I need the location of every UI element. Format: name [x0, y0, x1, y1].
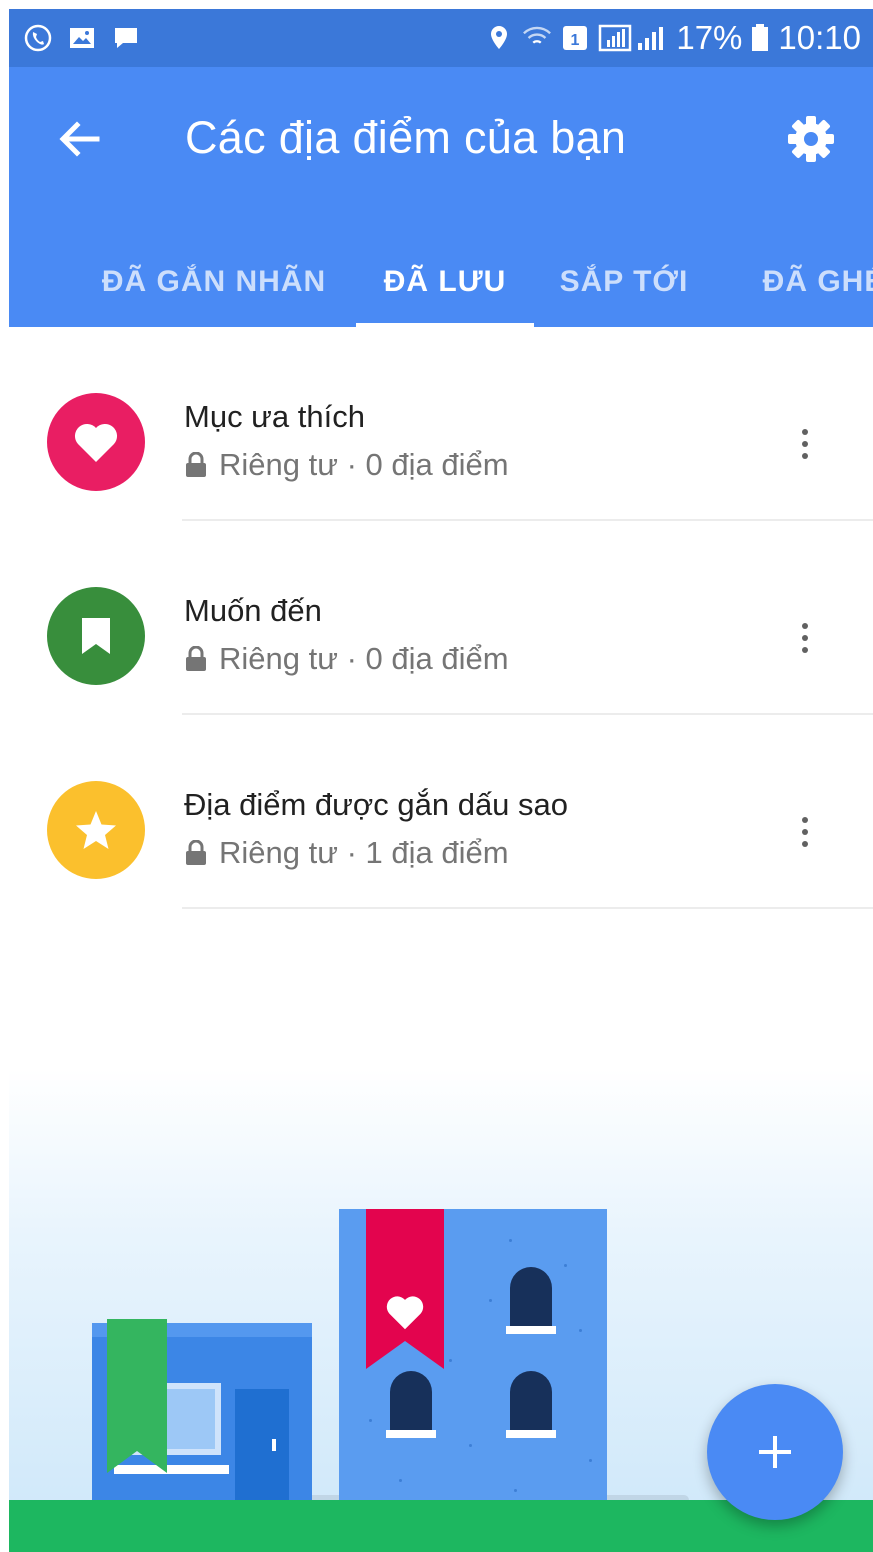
list-avatar [47, 393, 145, 491]
list-item-favorites[interactable]: Mục ưa thích Riêng tư · 0 địa điểm [9, 327, 873, 521]
signal-icon [598, 23, 668, 53]
list-item-want-to-go[interactable]: Muốn đến Riêng tư · 0 địa điểm [9, 521, 873, 715]
viber-icon [23, 23, 53, 53]
tab-saved[interactable]: ĐÃ LƯU [356, 237, 534, 327]
more-options-button[interactable] [785, 613, 825, 663]
page-title: Các địa điểm của bạn [185, 112, 627, 163]
list-name: Địa điểm được gắn dấu sao [184, 787, 569, 822]
app-screen: 1 17% 10:10 Các địa điểm của bạn ĐÃ GẮN … [9, 9, 873, 1552]
tab-upcoming[interactable]: SẮP TỚI [544, 237, 704, 327]
svg-text:1: 1 [571, 32, 580, 49]
heart-icon [386, 1296, 424, 1330]
status-bar: 1 17% 10:10 [9, 9, 873, 67]
sim-icon: 1 [560, 23, 590, 53]
tab-visited[interactable]: ĐÃ GHÉ [724, 237, 873, 327]
bookmark-icon [82, 618, 110, 654]
add-list-button[interactable] [707, 1384, 843, 1520]
star-icon [76, 811, 116, 849]
list-meta-text: Riêng tư · 0 địa điểm [219, 641, 509, 676]
message-icon [111, 23, 141, 53]
green-bookmark-illustration [107, 1319, 167, 1473]
list-meta-text: Riêng tư · 0 địa điểm [219, 447, 509, 482]
list-meta: Riêng tư · 0 địa điểm [185, 641, 509, 677]
more-options-button[interactable] [785, 807, 825, 857]
app-bar: Các địa điểm của bạn ĐÃ GẮN NHÃN ĐÃ LƯU … [9, 67, 873, 328]
list-meta-text: Riêng tư · 1 địa điểm [219, 835, 509, 870]
list-item-starred[interactable]: Địa điểm được gắn dấu sao Riêng tư · 1 đ… [9, 715, 873, 909]
plus-icon [759, 1436, 791, 1468]
divider [182, 907, 873, 909]
more-options-button[interactable] [785, 419, 825, 469]
settings-button[interactable] [779, 107, 843, 171]
gear-icon [788, 116, 834, 162]
clock: 10:10 [778, 19, 861, 56]
heart-icon [74, 423, 118, 462]
list-meta: Riêng tư · 0 địa điểm [185, 447, 509, 483]
lock-icon [186, 646, 206, 671]
back-button[interactable] [47, 107, 111, 171]
red-bookmark-illustration [366, 1209, 444, 1369]
list-avatar [47, 781, 145, 879]
list-name: Muốn đến [184, 593, 322, 628]
tab-labeled[interactable]: ĐÃ GẮN NHÃN [79, 237, 349, 327]
image-icon [67, 23, 97, 53]
list-name: Mục ưa thích [184, 399, 365, 434]
location-icon [484, 23, 514, 53]
saved-lists: Mục ưa thích Riêng tư · 0 địa điểm Muốn … [9, 327, 873, 909]
tab-bar: ĐÃ GẮN NHÃN ĐÃ LƯU SẮP TỚI ĐÃ GHÉ [9, 237, 873, 328]
list-meta: Riêng tư · 1 địa điểm [185, 835, 509, 871]
lock-icon [186, 840, 206, 865]
battery-icon [750, 23, 770, 53]
list-avatar [47, 587, 145, 685]
battery-percent: 17% [676, 19, 743, 56]
wifi-icon [522, 23, 552, 53]
lock-icon [186, 452, 206, 477]
arrow-back-icon [59, 121, 100, 157]
